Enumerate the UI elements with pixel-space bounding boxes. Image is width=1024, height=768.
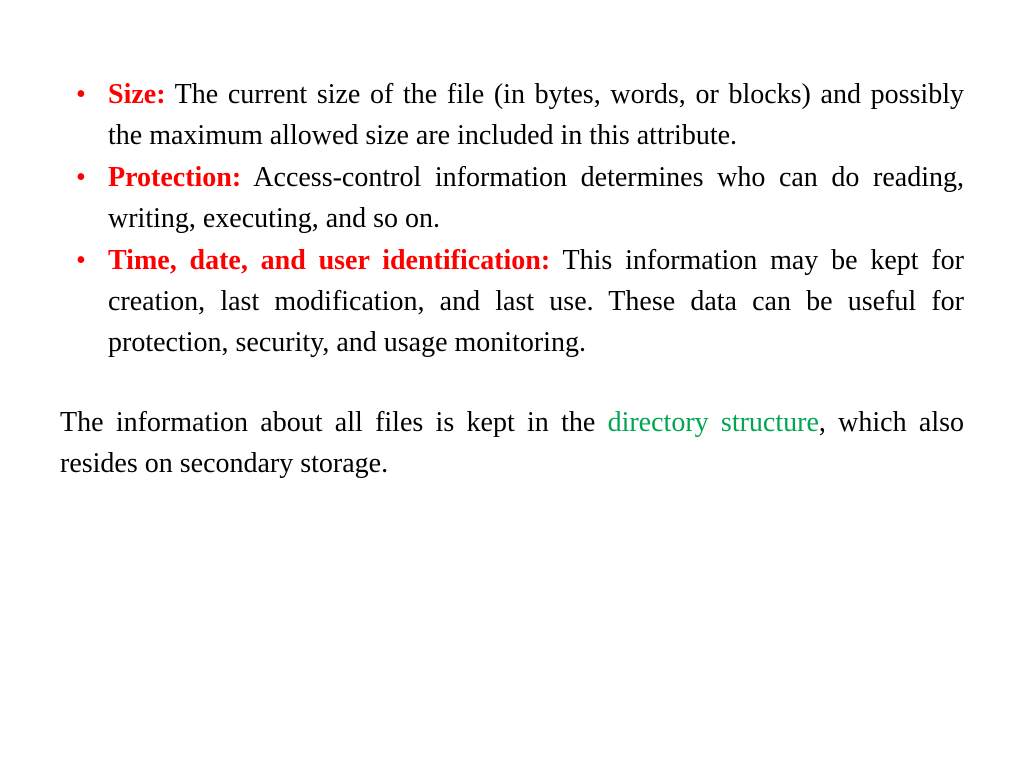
bullet-label: Time, date, and user identification: (108, 245, 550, 276)
list-item: Protection: Access-control information d… (60, 158, 964, 239)
bullet-text: The current size of the file (in bytes, … (108, 79, 964, 151)
paragraph-highlight: directory structure (608, 407, 819, 438)
list-item: Time, date, and user identification: Thi… (60, 241, 964, 363)
summary-paragraph: The information about all files is kept … (60, 403, 964, 484)
bullet-label: Size: (108, 79, 166, 110)
bullet-label: Protection: (108, 162, 241, 193)
list-item: Size: The current size of the file (in b… (60, 75, 964, 156)
paragraph-prefix: The information about all files is kept … (60, 407, 608, 438)
bullet-list: Size: The current size of the file (in b… (60, 75, 964, 363)
slide-content: Size: The current size of the file (in b… (60, 75, 964, 484)
